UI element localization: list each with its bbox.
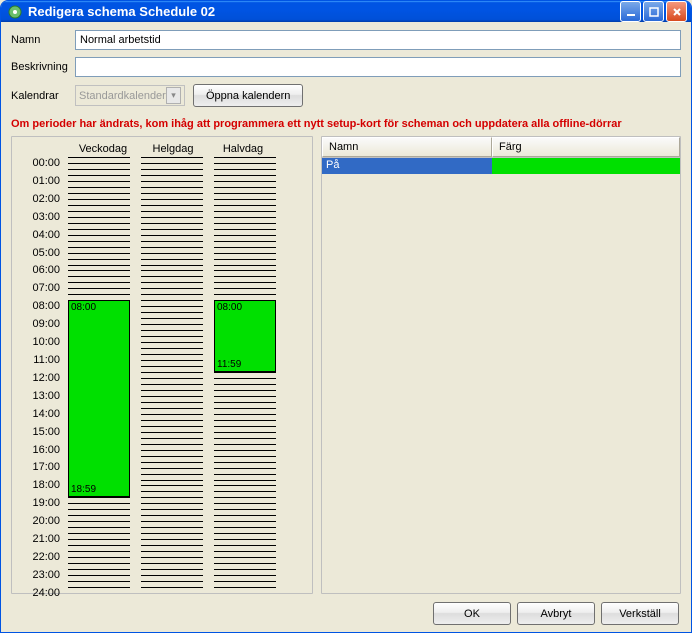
dialog-window: Redigera schema Schedule 02 Namn Beskriv… [0, 0, 692, 633]
calendar-select: Standardkalender ▾ [75, 85, 185, 106]
hour-label: 06:00 [20, 264, 64, 282]
maximize-button[interactable] [643, 1, 664, 22]
hour-label: 11:00 [20, 354, 64, 372]
minimize-button[interactable] [620, 1, 641, 22]
dialog-footer: OK Avbryt Verkställ [11, 594, 681, 625]
cancel-button[interactable]: Avbryt [517, 602, 595, 625]
hour-label: 15:00 [20, 426, 64, 444]
apply-button[interactable]: Verkställ [601, 602, 679, 625]
hour-label: 20:00 [20, 515, 64, 533]
close-button[interactable] [666, 1, 687, 22]
app-icon [7, 4, 23, 20]
period-end-label: 18:59 [71, 484, 96, 495]
hour-label: 03:00 [20, 211, 64, 229]
hour-label: 23:00 [20, 569, 64, 587]
track-weekday[interactable]: 08:00 18:59 [68, 157, 130, 587]
schedule-period[interactable]: 08:00 18:59 [68, 300, 130, 497]
col-header-weekday: Veckodag [68, 143, 138, 155]
schedule-panel: Veckodag Helgdag Halvdag 00:0001:0002:00… [11, 136, 313, 594]
chevron-down-icon: ▾ [166, 87, 181, 104]
calendar-label: Kalendrar [11, 90, 75, 102]
table-row[interactable]: På [322, 158, 680, 174]
period-start-label: 08:00 [71, 302, 96, 313]
row-name: På [322, 158, 492, 174]
hour-label: 00:00 [20, 157, 64, 175]
calendar-select-value: Standardkalender [79, 90, 166, 102]
hour-label: 14:00 [20, 408, 64, 426]
warning-text: Om perioder har ändrats, kom ihåg att pr… [11, 118, 681, 130]
hour-label: 05:00 [20, 247, 64, 265]
name-input[interactable] [75, 30, 681, 50]
legend-panel: Namn Färg På [321, 136, 681, 594]
hour-label: 16:00 [20, 444, 64, 462]
col-header-holiday: Helgdag [138, 143, 208, 155]
hour-label: 12:00 [20, 372, 64, 390]
th-color[interactable]: Färg [492, 137, 680, 157]
open-calendar-button[interactable]: Öppna kalendern [193, 84, 303, 107]
description-input[interactable] [75, 57, 681, 77]
track-holiday[interactable] [141, 157, 203, 587]
period-start-label: 08:00 [217, 302, 242, 313]
hour-labels: 00:0001:0002:0003:0004:0005:0006:0007:00… [20, 157, 64, 605]
hour-label: 22:00 [20, 551, 64, 569]
titlebar[interactable]: Redigera schema Schedule 02 [1, 1, 691, 22]
col-header-halfday: Halvdag [208, 143, 278, 155]
ok-button[interactable]: OK [433, 602, 511, 625]
row-color-swatch [492, 158, 680, 174]
hour-label: 24:00 [20, 587, 64, 605]
hour-label: 18:00 [20, 479, 64, 497]
window-title: Redigera schema Schedule 02 [28, 4, 215, 19]
hour-label: 19:00 [20, 497, 64, 515]
hour-label: 07:00 [20, 282, 64, 300]
hour-label: 21:00 [20, 533, 64, 551]
name-label: Namn [11, 34, 75, 46]
content-area: Namn Beskrivning Kalendrar Standardkalen… [1, 22, 691, 633]
schedule-period[interactable]: 08:00 11:59 [214, 300, 276, 372]
track-halfday[interactable]: 08:00 11:59 [214, 157, 276, 587]
hour-label: 04:00 [20, 229, 64, 247]
hour-label: 01:00 [20, 175, 64, 193]
hour-label: 13:00 [20, 390, 64, 408]
timeline: 00:0001:0002:0003:0004:0005:0006:0007:00… [20, 157, 304, 587]
hour-label: 02:00 [20, 193, 64, 211]
hour-label: 08:00 [20, 300, 64, 318]
th-name[interactable]: Namn [322, 137, 492, 157]
table-body: På [322, 158, 680, 593]
period-end-label: 11:59 [217, 359, 241, 370]
hour-label: 17:00 [20, 461, 64, 479]
hour-label: 10:00 [20, 336, 64, 354]
hour-label: 09:00 [20, 318, 64, 336]
description-label: Beskrivning [11, 61, 75, 73]
